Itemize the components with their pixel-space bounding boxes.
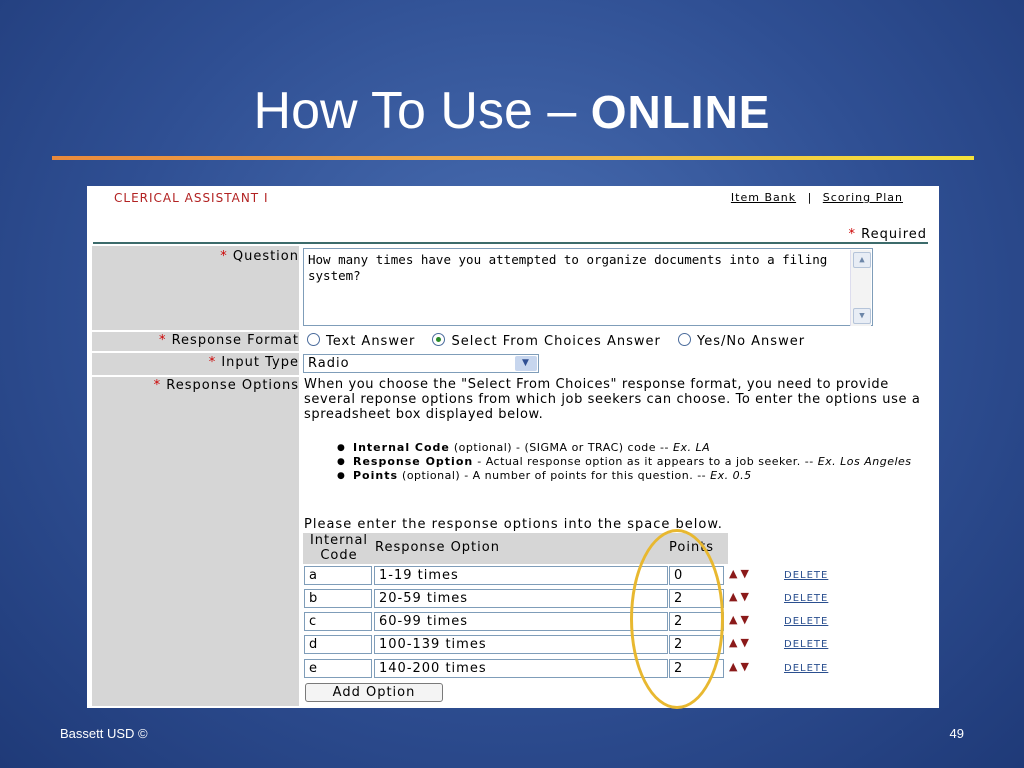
enter-options-text: Please enter the response options into t… [304, 517, 723, 532]
delete-link[interactable]: DELETE [784, 639, 828, 650]
arrow-down-icon[interactable]: ▼ [740, 636, 751, 649]
radio-select-from-choices[interactable]: Select From Choices Answer [430, 333, 660, 349]
delete-link[interactable]: DELETE [784, 593, 828, 604]
option-input[interactable]: 60-99 times [374, 612, 668, 631]
job-title: CLERICAL ASSISTANT I [114, 191, 269, 205]
textarea-scrollbar[interactable]: ▲ ▼ [850, 250, 871, 326]
question-textarea[interactable]: How many times have you attempted to org… [303, 248, 873, 326]
points-highlight-oval [630, 529, 724, 709]
move-arrows[interactable]: ▲▼ [729, 613, 752, 626]
slide-title-emphasis: ONLINE [590, 86, 771, 138]
footer-copyright: Bassett USD © [60, 726, 148, 741]
title-underline [52, 156, 974, 160]
code-input[interactable]: a [304, 566, 372, 585]
code-input[interactable]: c [304, 612, 372, 631]
slide-title: How To Use – ONLINE [0, 80, 1024, 143]
row-divider [92, 330, 925, 332]
bullet-points: Points (optional) - A number of points f… [337, 469, 927, 483]
move-arrows[interactable]: ▲▼ [729, 567, 752, 580]
arrow-down-icon[interactable]: ▼ [740, 567, 751, 580]
option-input[interactable]: 20-59 times [374, 589, 668, 608]
radio-button[interactable] [677, 333, 691, 346]
column-internal-code: Internal Code [309, 533, 369, 563]
field-definitions: Internal Code (optional) - (SIGMA or TRA… [337, 441, 927, 483]
arrow-down-icon[interactable]: ▼ [740, 660, 751, 673]
question-label: * Question [220, 249, 299, 264]
arrow-up-icon[interactable]: ▲ [729, 613, 740, 626]
label-column: * Question * Response Format * Input Typ… [92, 246, 299, 706]
top-links: Item Bank | Scoring Plan [731, 191, 903, 204]
radio-button[interactable] [307, 333, 320, 346]
code-input[interactable]: e [304, 659, 372, 678]
question-text: How many times have you attempted to org… [308, 252, 828, 283]
column-response-option: Response Option [375, 540, 500, 555]
input-type-value: Radio [308, 356, 350, 371]
move-arrows[interactable]: ▲▼ [729, 636, 752, 649]
required-star: * [848, 227, 856, 242]
arrow-down-icon[interactable]: ▼ [740, 613, 751, 626]
link-separator: | [807, 191, 812, 204]
required-note: * Required [849, 227, 928, 242]
arrow-up-icon[interactable]: ▲ [729, 636, 740, 649]
scoring-plan-link[interactable]: Scoring Plan [823, 191, 903, 204]
code-input[interactable]: d [304, 635, 372, 654]
add-option-button[interactable]: Add Option [305, 683, 443, 702]
response-format-options: Text Answer Select From Choices Answer Y… [305, 333, 815, 349]
response-format-label: * Response Format [158, 333, 299, 348]
delete-link[interactable]: DELETE [784, 663, 828, 674]
arrow-up-icon[interactable]: ▲ [729, 567, 740, 580]
radio-button-selected[interactable] [432, 333, 446, 346]
required-text: Required [861, 227, 927, 242]
header-divider [93, 242, 928, 244]
response-options-help: When you choose the "Select From Choices… [304, 377, 921, 422]
arrow-down-icon[interactable]: ▼ [740, 590, 751, 603]
arrow-up-icon[interactable]: ▲ [729, 660, 740, 673]
option-input[interactable]: 140-200 times [374, 659, 668, 678]
radio-text-answer[interactable]: Text Answer [305, 333, 415, 349]
delete-link[interactable]: DELETE [784, 570, 828, 581]
page-number: 49 [949, 726, 964, 741]
scroll-down-icon[interactable]: ▼ [853, 308, 871, 324]
option-input[interactable]: 100-139 times [374, 635, 668, 654]
screenshot-panel: CLERICAL ASSISTANT I Item Bank | Scoring… [87, 186, 939, 708]
move-arrows[interactable]: ▲▼ [729, 660, 752, 673]
arrow-up-icon[interactable]: ▲ [729, 590, 740, 603]
slide-title-main: How To Use – [253, 82, 591, 140]
chevron-down-icon[interactable]: ▼ [515, 356, 537, 371]
input-type-select[interactable]: Radio ▼ [303, 354, 539, 373]
response-options-label: * Response Options [153, 378, 299, 393]
code-input[interactable]: b [304, 589, 372, 608]
input-type-label: * Input Type [208, 355, 299, 370]
radio-yes-no[interactable]: Yes/No Answer [676, 333, 805, 349]
delete-link[interactable]: DELETE [784, 616, 828, 627]
scroll-up-icon[interactable]: ▲ [853, 252, 871, 268]
bullet-response-option: Response Option - Actual response option… [337, 455, 927, 469]
bullet-internal-code: Internal Code (optional) - (SIGMA or TRA… [337, 441, 927, 455]
item-bank-link[interactable]: Item Bank [731, 191, 796, 204]
row-divider [92, 351, 925, 353]
move-arrows[interactable]: ▲▼ [729, 590, 752, 603]
option-input[interactable]: 1-19 times [374, 566, 668, 585]
